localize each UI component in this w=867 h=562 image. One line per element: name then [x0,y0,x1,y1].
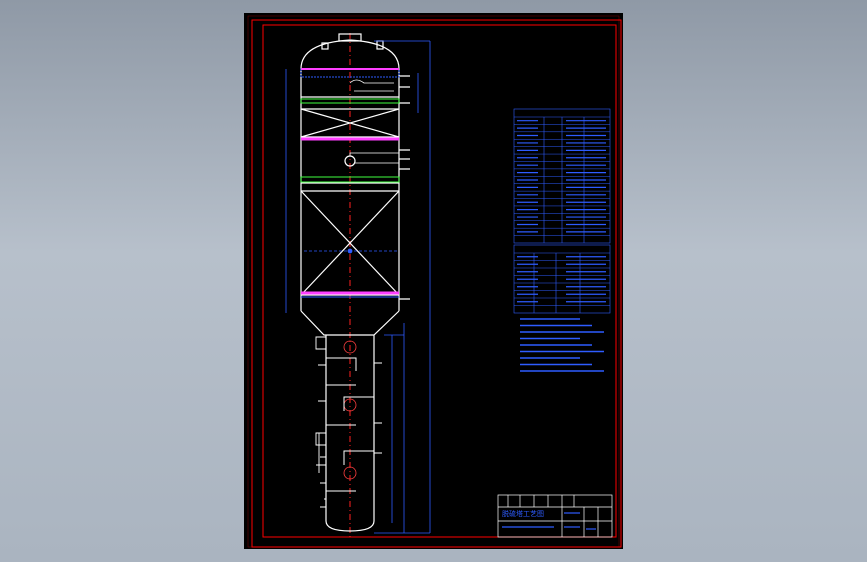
inner-frame [262,24,617,538]
dimension-lines [285,40,431,534]
technical-notes [520,318,604,372]
design-data-table [513,108,611,244]
lower-column [315,335,382,532]
drawing-canvas [247,15,622,548]
sheet-border [247,15,620,548]
vessel-icon [300,33,410,336]
drawing-title: 脱硫塔工艺图 [502,510,544,518]
drawing-sheet: 脱硫塔工艺图 [244,13,623,549]
